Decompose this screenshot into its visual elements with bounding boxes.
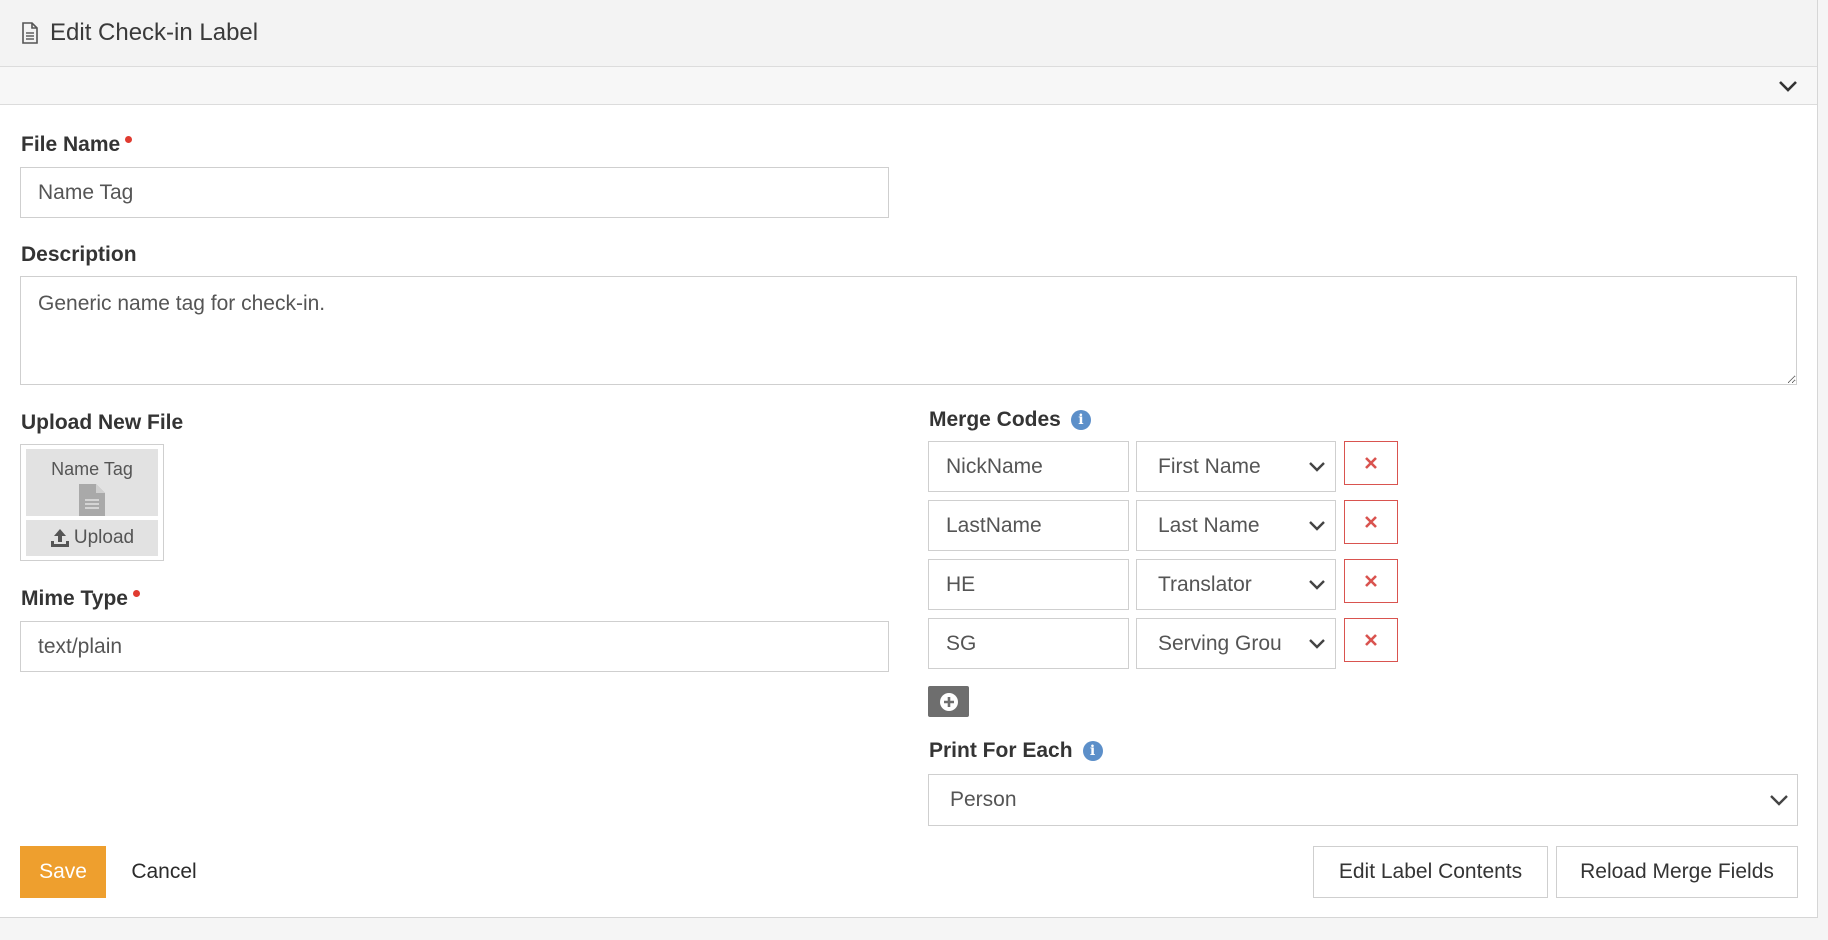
merge-code-key-input[interactable] [928,441,1129,492]
drawer-toggle-button[interactable] [1777,75,1799,97]
merge-codes-label: Merge Codes i [929,408,1091,432]
upload-icon [50,529,69,547]
merge-code-field-select[interactable]: Translator [1136,559,1336,610]
merge-code-key-input[interactable] [928,618,1129,669]
upload-button-label: Upload [73,527,135,548]
chevron-down-icon [1779,81,1797,92]
info-icon[interactable]: i [1070,410,1091,431]
upload-button[interactable]: Upload [26,520,158,556]
chevron-down-icon [1299,619,1335,668]
required-indicator [125,136,133,143]
remove-merge-code-button[interactable] [1344,500,1398,544]
merge-code-field-select[interactable]: First Name [1136,441,1336,492]
add-merge-code-button[interactable] [928,686,969,717]
edit-label-contents-button[interactable]: Edit Label Contents [1313,846,1548,898]
panel-drawer [0,67,1817,105]
chevron-down-icon [1761,775,1797,825]
chevron-down-icon [1299,442,1335,491]
remove-merge-code-button[interactable] [1344,618,1398,662]
print-for-each-select[interactable]: Person [928,774,1798,826]
close-icon [1365,634,1377,646]
chevron-down-icon [1299,501,1335,550]
merge-code-field-value: First Name [1158,454,1261,478]
file-text-icon [22,22,38,44]
file-uploader: Name Tag Upload [20,444,164,561]
plus-circle-icon [939,692,958,711]
file-icon [79,484,105,516]
uploaded-file-name: Name Tag [51,459,133,479]
remove-merge-code-button[interactable] [1344,441,1398,485]
merge-code-field-select[interactable]: Serving Grou [1136,618,1336,669]
info-icon[interactable]: i [1082,741,1103,762]
merge-code-field-select[interactable]: Last Name [1136,500,1336,551]
file-name-input[interactable] [20,167,889,218]
close-icon [1365,516,1377,528]
description-textarea[interactable]: Generic name tag for check-in. [20,276,1797,385]
merge-code-field-value: Last Name [1158,513,1260,537]
cancel-button[interactable]: Cancel [120,846,208,898]
page-title: Edit Check-in Label [50,19,259,46]
reload-merge-fields-button[interactable]: Reload Merge Fields [1556,846,1798,898]
merge-code-key-input[interactable] [928,559,1129,610]
merge-code-field-value: Translator [1158,572,1252,596]
mime-type-label: Mime Type [21,587,140,611]
save-button[interactable]: Save [20,846,106,898]
remove-merge-code-button[interactable] [1344,559,1398,603]
print-for-each-value: Person [950,788,1017,811]
close-icon [1365,457,1377,469]
file-name-label: File Name [21,133,133,157]
merge-code-key-input[interactable] [928,500,1129,551]
description-label: Description [21,243,137,266]
file-preview: Name Tag [26,449,158,516]
print-for-each-label: Print For Each i [929,739,1103,763]
chevron-down-icon [1299,560,1335,609]
merge-code-field-value: Serving Grou [1158,631,1282,655]
panel-heading: Edit Check-in Label [0,0,1817,67]
edit-label-panel: Edit Check-in Label File Name Descriptio… [0,0,1818,918]
upload-new-file-label: Upload New File [21,411,184,434]
close-icon [1365,575,1377,587]
required-indicator [132,590,140,597]
mime-type-input[interactable] [20,621,889,672]
